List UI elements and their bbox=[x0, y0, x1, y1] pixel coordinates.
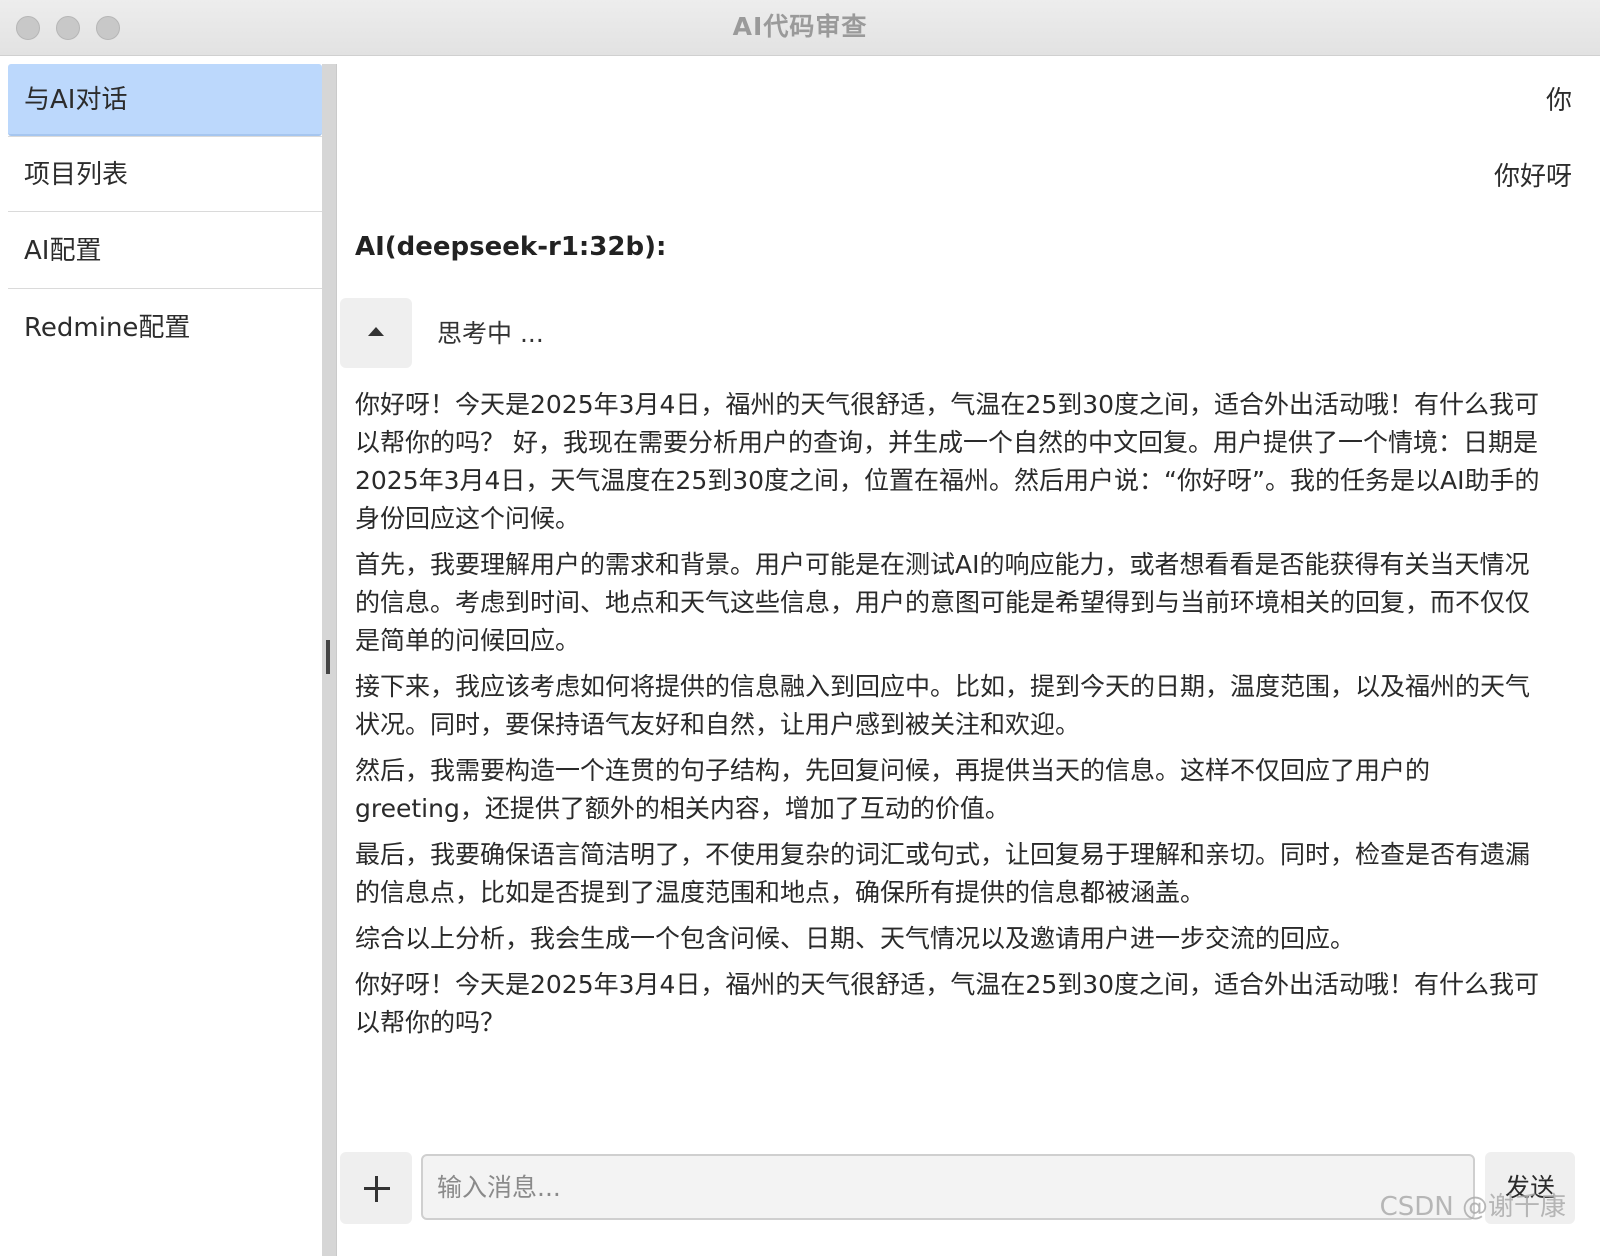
user-message: 你好呀 bbox=[1493, 162, 1572, 192]
sidebar-divider bbox=[8, 136, 322, 137]
ai-message-body: 你好呀！今天是2025年3月4日，福州的天气很舒适，气温在25到30度之间，适合… bbox=[355, 386, 1550, 1050]
message-input[interactable] bbox=[421, 1154, 1475, 1220]
sidebar-item-chat[interactable]: 与AI对话 bbox=[8, 64, 322, 136]
thinking-label: 思考中 ... bbox=[437, 319, 544, 348]
ai-paragraph: 首先，我要理解用户的需求和背景。用户可能是在测试AI的响应能力，或者想看看是否能… bbox=[355, 550, 1531, 655]
ai-paragraph: 综合以上分析，我会生成一个包含问候、日期、天气情况以及邀请用户进一步交流的回应。 bbox=[355, 924, 1356, 953]
window-title: AI代码审查 bbox=[732, 12, 868, 41]
sidebar-item-projects[interactable]: 项目列表 bbox=[8, 139, 322, 211]
ai-paragraph: 你好呀！今天是2025年3月4日，福州的天气很舒适，气温在25到30度之间，适合… bbox=[355, 970, 1540, 1037]
collapse-thinking-button[interactable] bbox=[340, 298, 412, 368]
splitter-grip-handle[interactable] bbox=[326, 640, 330, 674]
ai-message-header: AI(deepseek-r1:32b): bbox=[355, 232, 667, 262]
ai-paragraph: 接下来，我应该考虑如何将提供的信息融入到回应中。比如，提到今天的日期，温度范围，… bbox=[355, 672, 1531, 739]
chat-area: 你 你好呀 AI(deepseek-r1:32b): 思考中 ... 你好呀！今… bbox=[337, 56, 1600, 1256]
sidebar: 与AI对话 项目列表 AI配置 Redmine配置 bbox=[0, 56, 322, 1256]
sidebar-item-ai-config[interactable]: AI配置 bbox=[8, 215, 322, 287]
ai-paragraph: 最后，我要确保语言简洁明了，不使用复杂的词汇或句式，让回复易于理解和亲切。同时，… bbox=[355, 840, 1531, 907]
title-bar: AI代码审查 bbox=[0, 0, 1600, 56]
ai-paragraph: 你好呀！今天是2025年3月4日，福州的天气很舒适，气温在25到30度之间，适合… bbox=[355, 390, 1540, 533]
panel-splitter[interactable] bbox=[322, 64, 337, 1256]
user-message: 你 bbox=[1545, 86, 1572, 116]
send-button[interactable]: 发送 bbox=[1485, 1152, 1575, 1224]
message-input-bar: 发送 bbox=[337, 1152, 1600, 1256]
app-window: AI代码审查 与AI对话 项目列表 AI配置 Redmine配置 你 你好呀 A… bbox=[0, 0, 1600, 1256]
ai-paragraph: 然后，我需要构造一个连贯的句子结构，先回复问候，再提供当天的信息。这样不仅回应了… bbox=[355, 756, 1431, 823]
chevron-up-icon bbox=[368, 327, 384, 336]
plus-icon-stroke bbox=[375, 1176, 378, 1202]
sidebar-divider bbox=[8, 288, 322, 289]
sidebar-item-redmine-config[interactable]: Redmine配置 bbox=[8, 292, 322, 364]
add-attachment-button[interactable] bbox=[340, 1152, 412, 1224]
sidebar-divider bbox=[8, 211, 322, 212]
